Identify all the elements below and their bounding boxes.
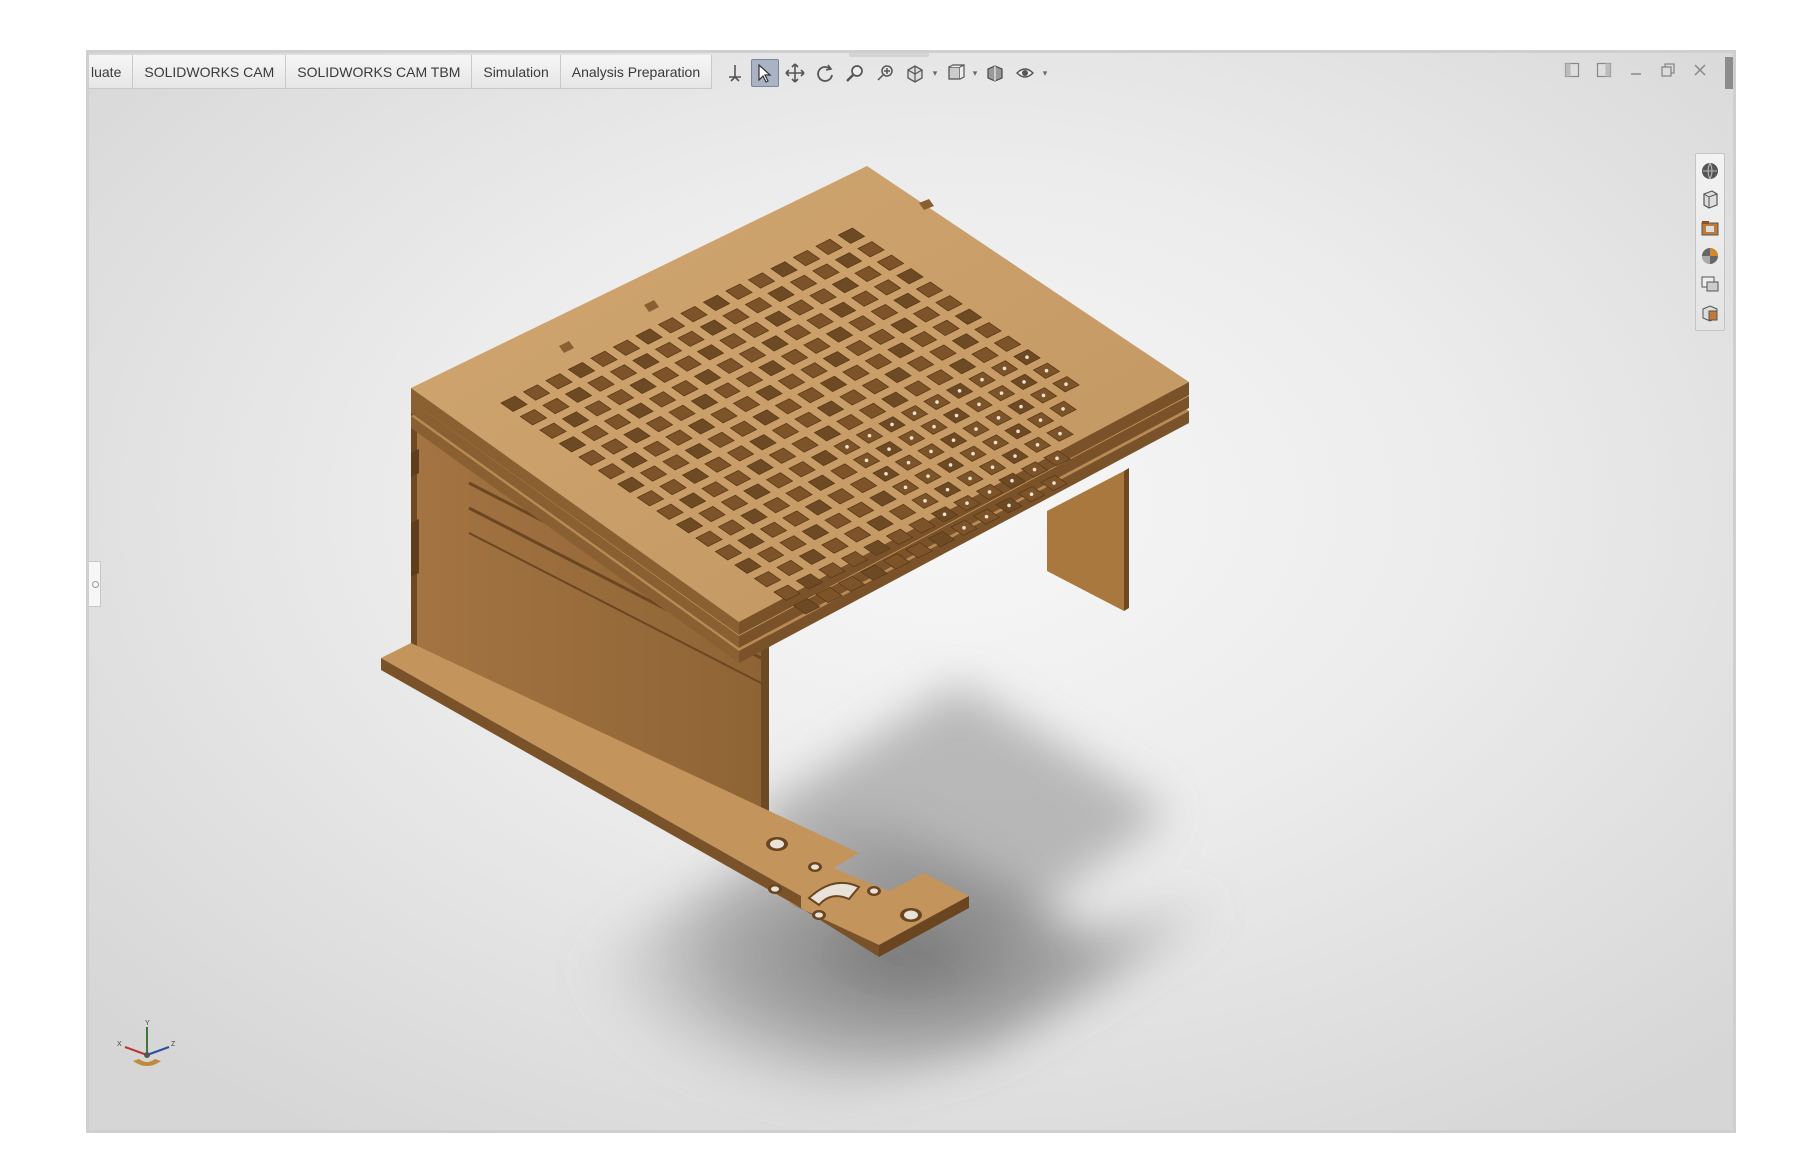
vent-highlight — [1019, 404, 1023, 409]
vent-highlight — [945, 487, 950, 492]
triad-x-label: X — [117, 1041, 122, 1048]
vent-highlight — [968, 476, 972, 481]
vent-highlight — [1016, 429, 1020, 434]
vent-highlight — [903, 485, 908, 490]
vent-highlight — [942, 512, 947, 517]
vent-highlight — [867, 433, 872, 438]
vent-highlight — [954, 413, 959, 418]
vent-highlight — [951, 438, 956, 443]
triad-y-label: Y — [145, 1020, 150, 1027]
vent-highlight — [887, 447, 891, 451]
vent-highlight — [980, 377, 984, 382]
vent-highlight — [971, 451, 975, 456]
vent-highlight — [890, 422, 894, 427]
vent-highlight — [993, 440, 998, 445]
vent-highlight — [884, 472, 888, 476]
vent-highlight — [1025, 355, 1029, 360]
vent-highlight — [1041, 393, 1046, 398]
vent-highlight — [1013, 454, 1017, 458]
vent-highlight — [1007, 503, 1011, 508]
vent-highlight — [1058, 431, 1062, 436]
vent-highlight — [977, 402, 981, 407]
vent-highlight — [1064, 382, 1068, 387]
vent-highlight — [1038, 418, 1043, 422]
vent-highlight — [965, 501, 969, 505]
vent-highlight — [932, 424, 936, 429]
triad-z-label: Z — [171, 1041, 176, 1048]
vent-highlight — [926, 474, 930, 478]
vent-highlight — [962, 526, 966, 530]
vent-highlight — [1052, 481, 1056, 485]
vent-highlight — [957, 389, 962, 393]
vent-highlight — [1010, 478, 1014, 483]
vent-highlight — [845, 445, 849, 449]
vent-highlight — [1032, 467, 1037, 472]
vent-highlight — [912, 411, 917, 416]
vent-highlight — [999, 391, 1004, 395]
vent-highlight — [974, 427, 978, 431]
vent-highlight — [864, 458, 869, 463]
model-viewport[interactable] — [89, 53, 1736, 1133]
vent-highlight — [909, 436, 914, 440]
vent-highlight — [1044, 368, 1049, 373]
vent-highlight — [906, 460, 911, 465]
vent-highlight — [1002, 366, 1007, 371]
vent-highlight — [923, 499, 927, 503]
vent-highlight — [984, 514, 989, 519]
vent-highlight — [935, 400, 939, 404]
vent-highlight — [996, 416, 1001, 420]
vent-highlight — [1022, 380, 1026, 384]
vent-highlight — [1035, 443, 1040, 447]
vent-highlight — [1061, 407, 1065, 411]
vent-highlight — [929, 449, 933, 454]
graphics-window[interactable]: luate SOLIDWORKS CAM SOLIDWORKS CAM TBM … — [86, 50, 1736, 1133]
vent-highlight — [987, 490, 992, 494]
vent-highlight — [948, 463, 953, 467]
vent-highlight — [1029, 492, 1034, 497]
vent-highlight — [1055, 456, 1059, 461]
vent-highlight — [990, 465, 995, 470]
reference-triad: Y X Z — [117, 1020, 176, 1066]
